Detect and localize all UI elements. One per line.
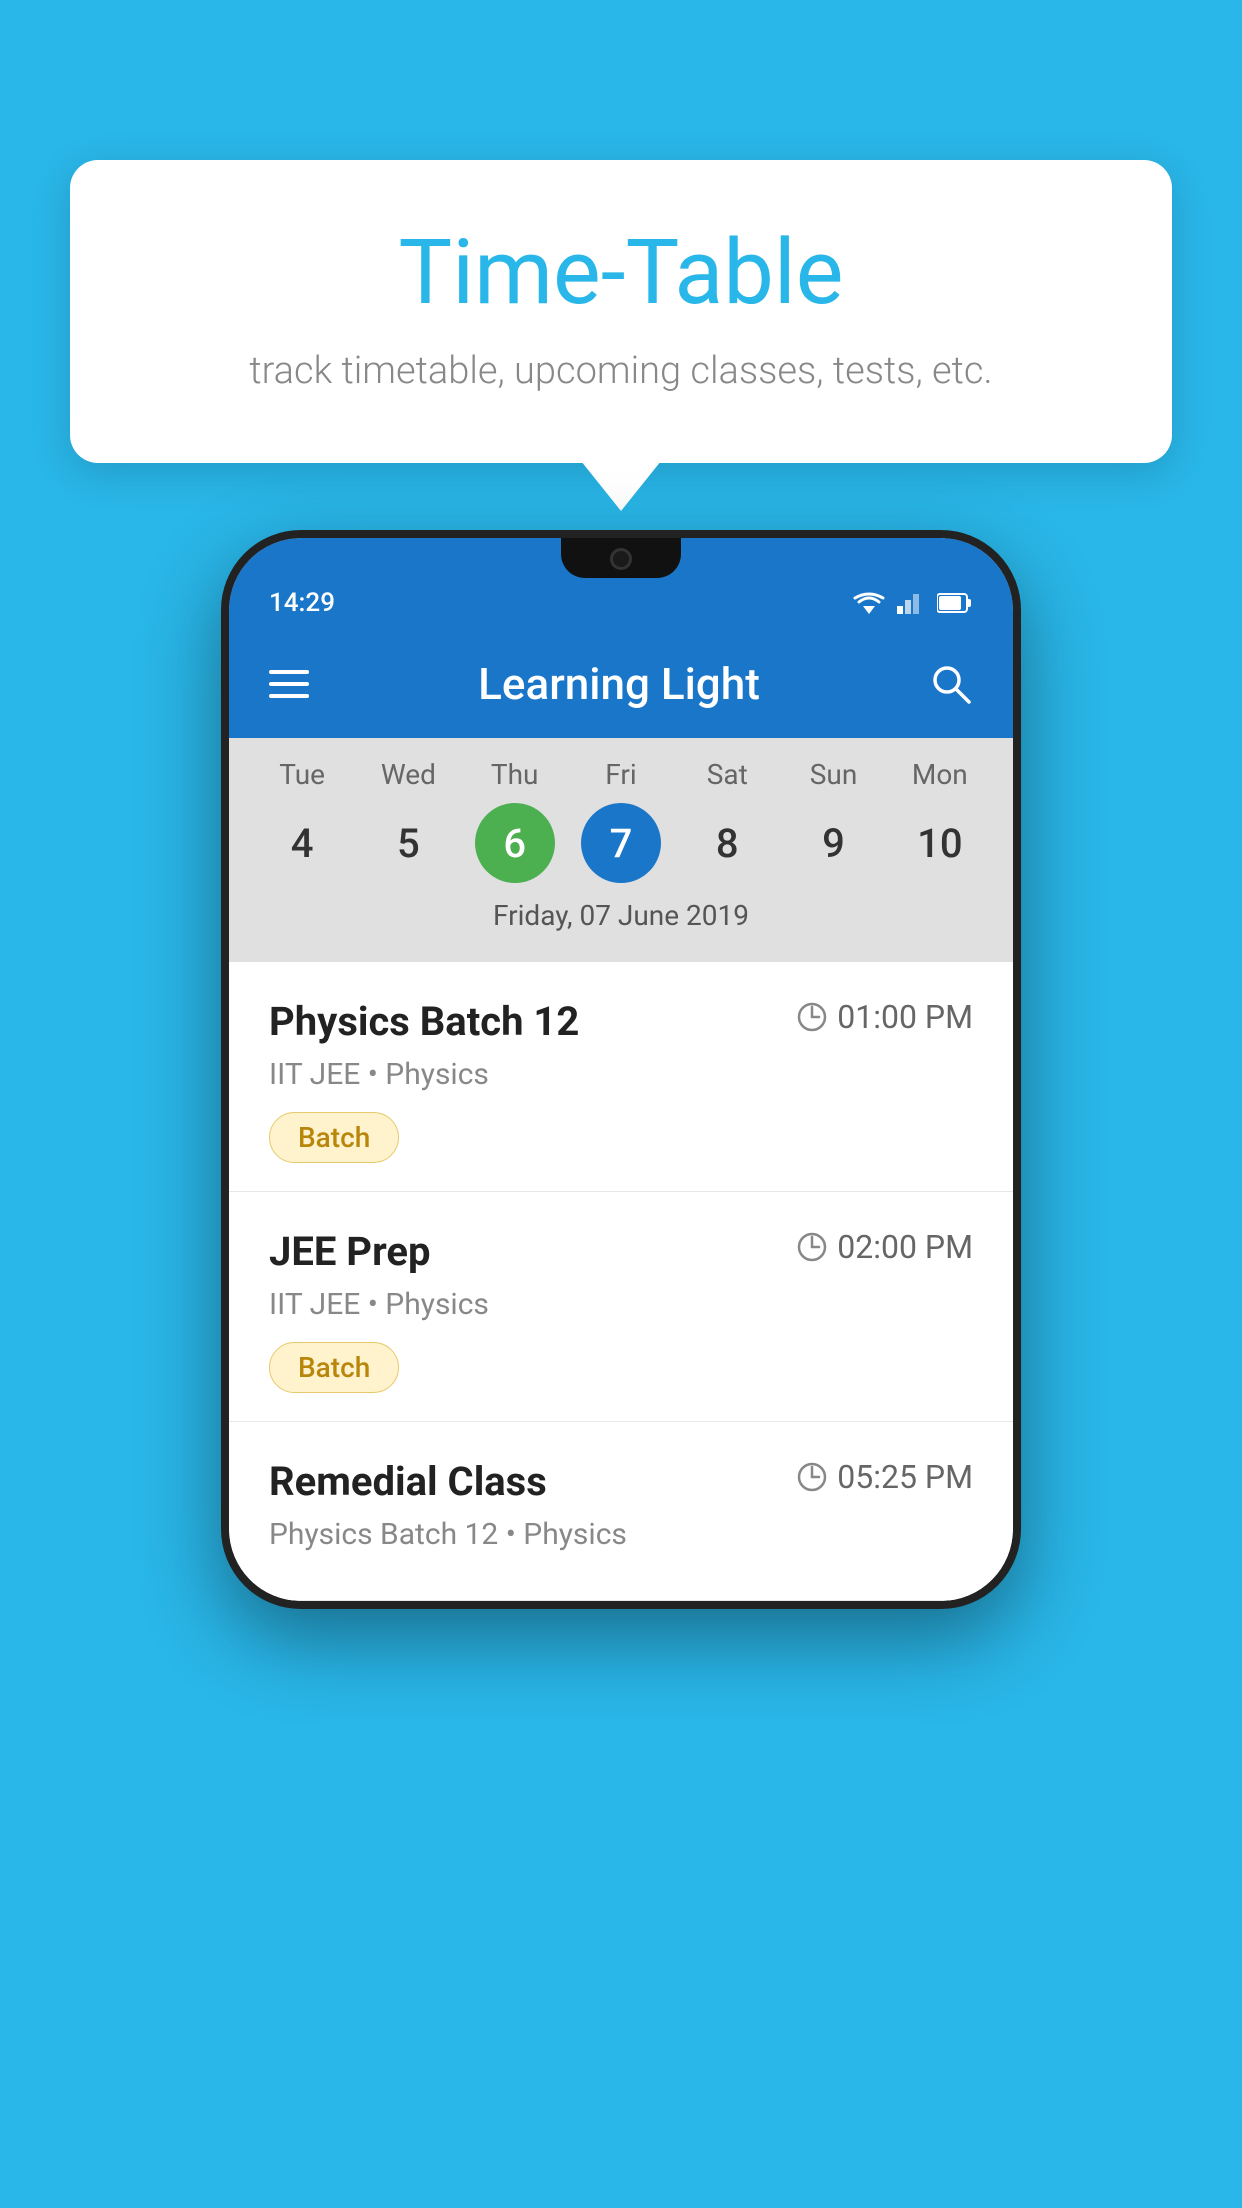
- class-name-0: Physics Batch 12: [269, 998, 579, 1045]
- day-num-sat: 8: [687, 803, 767, 883]
- day-name-tue: Tue: [279, 758, 325, 791]
- phone-camera: [610, 548, 632, 570]
- clock-icon-0: [797, 1002, 827, 1032]
- phone-mockup: 14:29: [221, 530, 1021, 1609]
- class-meta-2: Physics Batch 12 • Physics: [269, 1517, 973, 1552]
- day-name-sun: Sun: [810, 758, 858, 791]
- day-col-tue[interactable]: Tue 4: [252, 758, 352, 883]
- phone-power-button: [1017, 778, 1021, 878]
- day-num-fri: 7: [581, 803, 661, 883]
- day-num-sun: 9: [794, 803, 874, 883]
- day-name-thu: Thu: [491, 758, 539, 791]
- day-col-fri[interactable]: Fri 7: [571, 758, 671, 883]
- signal-icon: [897, 592, 925, 614]
- batch-badge-1: Batch: [269, 1342, 399, 1393]
- tooltip-title: Time-Table: [150, 220, 1092, 325]
- hamburger-line: [269, 670, 309, 674]
- class-name-2: Remedial Class: [269, 1458, 547, 1505]
- app-bar: Learning Light: [229, 630, 1013, 738]
- day-name-mon: Mon: [912, 758, 968, 791]
- wifi-icon: [853, 592, 885, 614]
- day-num-mon: 10: [900, 803, 980, 883]
- class-item-0-header: Physics Batch 12 01:00 PM: [269, 998, 973, 1045]
- day-col-wed[interactable]: Wed 5: [358, 758, 458, 883]
- class-item-2-header: Remedial Class 05:25 PM: [269, 1458, 973, 1505]
- class-item-1[interactable]: JEE Prep 02:00 PM IIT JEE • Physics Batc…: [229, 1192, 1013, 1422]
- search-icon: [929, 662, 973, 706]
- batch-badge-0: Batch: [269, 1112, 399, 1163]
- day-col-sat[interactable]: Sat 8: [677, 758, 777, 883]
- class-time-1: 02:00 PM: [797, 1228, 973, 1266]
- hamburger-line: [269, 694, 309, 698]
- day-col-sun[interactable]: Sun 9: [784, 758, 884, 883]
- class-time-2: 05:25 PM: [797, 1458, 973, 1496]
- class-item-0[interactable]: Physics Batch 12 01:00 PM IIT JEE • Phys…: [229, 962, 1013, 1192]
- tooltip-subtitle: track timetable, upcoming classes, tests…: [150, 349, 1092, 393]
- clock-icon-2: [797, 1462, 827, 1492]
- class-meta-0: IIT JEE • Physics: [269, 1057, 973, 1092]
- day-col-thu[interactable]: Thu 6: [465, 758, 565, 883]
- class-meta-1: IIT JEE • Physics: [269, 1287, 973, 1322]
- class-item-1-header: JEE Prep 02:00 PM: [269, 1228, 973, 1275]
- app-title: Learning Light: [478, 658, 760, 710]
- day-name-sat: Sat: [707, 758, 748, 791]
- calendar-strip: Tue 4 Wed 5 Thu 6 Fri 7: [229, 738, 1013, 962]
- status-time: 14:29: [269, 588, 335, 618]
- tooltip-card: Time-Table track timetable, upcoming cla…: [70, 160, 1172, 463]
- hamburger-line: [269, 682, 309, 686]
- class-item-2[interactable]: Remedial Class 05:25 PM Physics Batch 12…: [229, 1422, 1013, 1601]
- class-name-1: JEE Prep: [269, 1228, 430, 1275]
- class-list: Physics Batch 12 01:00 PM IIT JEE • Phys…: [229, 962, 1013, 1601]
- hamburger-menu-button[interactable]: [269, 670, 309, 698]
- search-button[interactable]: [929, 662, 973, 706]
- class-time-0: 01:00 PM: [797, 998, 973, 1036]
- day-name-wed: Wed: [381, 758, 436, 791]
- phone-screen: 14:29: [229, 538, 1013, 1601]
- day-num-tue: 4: [262, 803, 342, 883]
- day-headers: Tue 4 Wed 5 Thu 6 Fri 7: [229, 758, 1013, 883]
- battery-icon: [937, 592, 973, 614]
- day-col-mon[interactable]: Mon 10: [890, 758, 990, 883]
- day-num-wed: 5: [368, 803, 448, 883]
- status-icons: [853, 592, 973, 614]
- phone-vol-down-button: [221, 818, 225, 918]
- day-name-fri: Fri: [605, 758, 636, 791]
- phone-body: 14:29: [221, 530, 1021, 1609]
- phone-vol-up-button: [221, 718, 225, 788]
- clock-icon-1: [797, 1232, 827, 1262]
- day-num-thu: 6: [475, 803, 555, 883]
- selected-date-label: Friday, 07 June 2019: [229, 883, 1013, 952]
